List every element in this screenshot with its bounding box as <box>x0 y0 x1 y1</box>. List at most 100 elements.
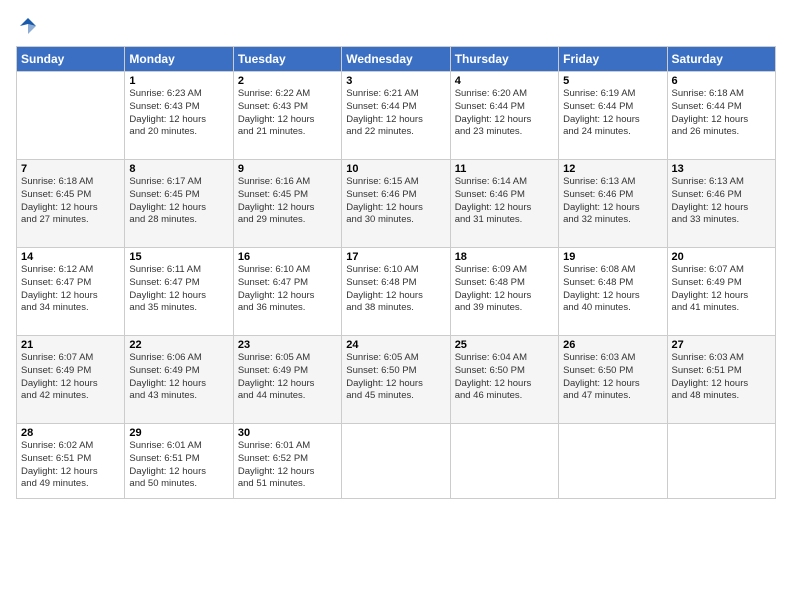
day-info: Sunrise: 6:13 AM Sunset: 6:46 PM Dayligh… <box>563 176 662 227</box>
day-info: Sunrise: 6:21 AM Sunset: 6:44 PM Dayligh… <box>346 88 445 139</box>
day-info: Sunrise: 6:16 AM Sunset: 6:45 PM Dayligh… <box>238 176 337 227</box>
day-number: 20 <box>672 251 771 263</box>
day-number: 28 <box>21 427 120 439</box>
calendar-cell: 23Sunrise: 6:05 AM Sunset: 6:49 PM Dayli… <box>233 336 341 424</box>
header <box>16 16 776 36</box>
calendar-cell: 7Sunrise: 6:18 AM Sunset: 6:45 PM Daylig… <box>17 160 125 248</box>
day-info: Sunrise: 6:01 AM Sunset: 6:52 PM Dayligh… <box>238 440 337 491</box>
day-number: 6 <box>672 75 771 87</box>
day-number: 27 <box>672 339 771 351</box>
day-info: Sunrise: 6:17 AM Sunset: 6:45 PM Dayligh… <box>129 176 228 227</box>
day-info: Sunrise: 6:07 AM Sunset: 6:49 PM Dayligh… <box>672 264 771 315</box>
day-number: 5 <box>563 75 662 87</box>
calendar-cell: 21Sunrise: 6:07 AM Sunset: 6:49 PM Dayli… <box>17 336 125 424</box>
day-info: Sunrise: 6:05 AM Sunset: 6:50 PM Dayligh… <box>346 352 445 403</box>
calendar-cell: 8Sunrise: 6:17 AM Sunset: 6:45 PM Daylig… <box>125 160 233 248</box>
calendar-cell: 2Sunrise: 6:22 AM Sunset: 6:43 PM Daylig… <box>233 72 341 160</box>
day-number: 4 <box>455 75 554 87</box>
calendar-cell: 22Sunrise: 6:06 AM Sunset: 6:49 PM Dayli… <box>125 336 233 424</box>
calendar-cell <box>342 424 450 499</box>
day-number: 15 <box>129 251 228 263</box>
day-number: 26 <box>563 339 662 351</box>
calendar-row-2: 14Sunrise: 6:12 AM Sunset: 6:47 PM Dayli… <box>17 248 776 336</box>
day-number: 30 <box>238 427 337 439</box>
day-info: Sunrise: 6:09 AM Sunset: 6:48 PM Dayligh… <box>455 264 554 315</box>
day-info: Sunrise: 6:05 AM Sunset: 6:49 PM Dayligh… <box>238 352 337 403</box>
day-number: 1 <box>129 75 228 87</box>
calendar-cell: 11Sunrise: 6:14 AM Sunset: 6:46 PM Dayli… <box>450 160 558 248</box>
day-info: Sunrise: 6:02 AM Sunset: 6:51 PM Dayligh… <box>21 440 120 491</box>
day-info: Sunrise: 6:03 AM Sunset: 6:50 PM Dayligh… <box>563 352 662 403</box>
calendar-row-0: 1Sunrise: 6:23 AM Sunset: 6:43 PM Daylig… <box>17 72 776 160</box>
calendar-cell: 27Sunrise: 6:03 AM Sunset: 6:51 PM Dayli… <box>667 336 775 424</box>
calendar-cell <box>667 424 775 499</box>
day-info: Sunrise: 6:13 AM Sunset: 6:46 PM Dayligh… <box>672 176 771 227</box>
calendar-cell: 14Sunrise: 6:12 AM Sunset: 6:47 PM Dayli… <box>17 248 125 336</box>
calendar-cell: 16Sunrise: 6:10 AM Sunset: 6:47 PM Dayli… <box>233 248 341 336</box>
calendar-row-3: 21Sunrise: 6:07 AM Sunset: 6:49 PM Dayli… <box>17 336 776 424</box>
calendar-header-thursday: Thursday <box>450 47 558 72</box>
calendar-cell: 15Sunrise: 6:11 AM Sunset: 6:47 PM Dayli… <box>125 248 233 336</box>
calendar-cell: 19Sunrise: 6:08 AM Sunset: 6:48 PM Dayli… <box>559 248 667 336</box>
day-info: Sunrise: 6:06 AM Sunset: 6:49 PM Dayligh… <box>129 352 228 403</box>
day-number: 10 <box>346 163 445 175</box>
day-info: Sunrise: 6:19 AM Sunset: 6:44 PM Dayligh… <box>563 88 662 139</box>
day-number: 22 <box>129 339 228 351</box>
calendar-cell: 17Sunrise: 6:10 AM Sunset: 6:48 PM Dayli… <box>342 248 450 336</box>
calendar-cell: 10Sunrise: 6:15 AM Sunset: 6:46 PM Dayli… <box>342 160 450 248</box>
day-info: Sunrise: 6:18 AM Sunset: 6:45 PM Dayligh… <box>21 176 120 227</box>
day-number: 3 <box>346 75 445 87</box>
day-info: Sunrise: 6:11 AM Sunset: 6:47 PM Dayligh… <box>129 264 228 315</box>
calendar-cell: 26Sunrise: 6:03 AM Sunset: 6:50 PM Dayli… <box>559 336 667 424</box>
day-number: 7 <box>21 163 120 175</box>
day-number: 11 <box>455 163 554 175</box>
calendar-header-row: SundayMondayTuesdayWednesdayThursdayFrid… <box>17 47 776 72</box>
calendar-cell: 4Sunrise: 6:20 AM Sunset: 6:44 PM Daylig… <box>450 72 558 160</box>
calendar-header-friday: Friday <box>559 47 667 72</box>
day-info: Sunrise: 6:01 AM Sunset: 6:51 PM Dayligh… <box>129 440 228 491</box>
calendar-header-wednesday: Wednesday <box>342 47 450 72</box>
day-info: Sunrise: 6:15 AM Sunset: 6:46 PM Dayligh… <box>346 176 445 227</box>
calendar-cell: 18Sunrise: 6:09 AM Sunset: 6:48 PM Dayli… <box>450 248 558 336</box>
calendar-header-tuesday: Tuesday <box>233 47 341 72</box>
day-info: Sunrise: 6:14 AM Sunset: 6:46 PM Dayligh… <box>455 176 554 227</box>
day-number: 18 <box>455 251 554 263</box>
calendar-cell: 5Sunrise: 6:19 AM Sunset: 6:44 PM Daylig… <box>559 72 667 160</box>
day-info: Sunrise: 6:04 AM Sunset: 6:50 PM Dayligh… <box>455 352 554 403</box>
day-number: 16 <box>238 251 337 263</box>
calendar-row-1: 7Sunrise: 6:18 AM Sunset: 6:45 PM Daylig… <box>17 160 776 248</box>
day-number: 14 <box>21 251 120 263</box>
calendar-cell: 29Sunrise: 6:01 AM Sunset: 6:51 PM Dayli… <box>125 424 233 499</box>
day-number: 19 <box>563 251 662 263</box>
calendar-cell: 24Sunrise: 6:05 AM Sunset: 6:50 PM Dayli… <box>342 336 450 424</box>
calendar-header-sunday: Sunday <box>17 47 125 72</box>
calendar-header-saturday: Saturday <box>667 47 775 72</box>
calendar-cell <box>17 72 125 160</box>
day-info: Sunrise: 6:23 AM Sunset: 6:43 PM Dayligh… <box>129 88 228 139</box>
logo <box>16 16 38 36</box>
day-number: 13 <box>672 163 771 175</box>
calendar-cell <box>450 424 558 499</box>
day-number: 17 <box>346 251 445 263</box>
calendar-cell: 20Sunrise: 6:07 AM Sunset: 6:49 PM Dayli… <box>667 248 775 336</box>
day-number: 8 <box>129 163 228 175</box>
day-info: Sunrise: 6:03 AM Sunset: 6:51 PM Dayligh… <box>672 352 771 403</box>
calendar-cell: 25Sunrise: 6:04 AM Sunset: 6:50 PM Dayli… <box>450 336 558 424</box>
calendar-cell: 28Sunrise: 6:02 AM Sunset: 6:51 PM Dayli… <box>17 424 125 499</box>
day-number: 24 <box>346 339 445 351</box>
logo-flag-icon <box>18 16 38 36</box>
day-info: Sunrise: 6:18 AM Sunset: 6:44 PM Dayligh… <box>672 88 771 139</box>
day-info: Sunrise: 6:07 AM Sunset: 6:49 PM Dayligh… <box>21 352 120 403</box>
day-number: 2 <box>238 75 337 87</box>
page: SundayMondayTuesdayWednesdayThursdayFrid… <box>0 0 792 612</box>
calendar-cell <box>559 424 667 499</box>
calendar-table: SundayMondayTuesdayWednesdayThursdayFrid… <box>16 46 776 499</box>
calendar-cell: 12Sunrise: 6:13 AM Sunset: 6:46 PM Dayli… <box>559 160 667 248</box>
calendar-cell: 13Sunrise: 6:13 AM Sunset: 6:46 PM Dayli… <box>667 160 775 248</box>
calendar-cell: 30Sunrise: 6:01 AM Sunset: 6:52 PM Dayli… <box>233 424 341 499</box>
day-number: 25 <box>455 339 554 351</box>
day-info: Sunrise: 6:10 AM Sunset: 6:48 PM Dayligh… <box>346 264 445 315</box>
calendar-cell: 1Sunrise: 6:23 AM Sunset: 6:43 PM Daylig… <box>125 72 233 160</box>
day-info: Sunrise: 6:22 AM Sunset: 6:43 PM Dayligh… <box>238 88 337 139</box>
day-info: Sunrise: 6:08 AM Sunset: 6:48 PM Dayligh… <box>563 264 662 315</box>
